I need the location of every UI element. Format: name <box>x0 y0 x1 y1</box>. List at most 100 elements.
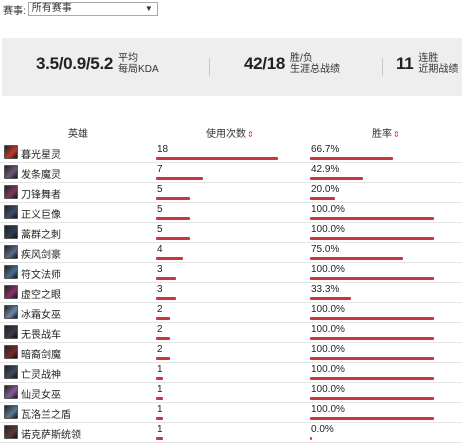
hero-avatar-icon[interactable] <box>4 385 18 399</box>
uses-bar <box>156 397 163 400</box>
uses-count: 5 <box>157 224 163 235</box>
table-row: 蒿群之刺 5 100.0% <box>0 223 462 243</box>
hero-name[interactable]: 正义巨像 <box>21 206 61 221</box>
kda-label-line1: 平均 <box>118 53 139 64</box>
hero-name[interactable]: 发条魔灵 <box>21 166 61 181</box>
uses-bar <box>156 277 176 280</box>
rate-bar <box>310 217 434 220</box>
rate-bar <box>310 397 434 400</box>
rate-bar-track <box>310 437 434 440</box>
table-row: 诺克萨斯统领 1 0.0% <box>0 423 462 443</box>
hero-name[interactable]: 蒿群之刺 <box>21 226 61 241</box>
table-row: 疾风剑豪 4 75.0% <box>0 243 462 263</box>
rate-bar-track <box>310 317 434 320</box>
uses-bar-track <box>156 337 306 340</box>
hero-name[interactable]: 诺克萨斯统领 <box>21 426 81 441</box>
hero-name[interactable]: 无畏战车 <box>21 326 61 341</box>
win-rate: 42.9% <box>311 164 340 175</box>
table-row: 符文法师 3 100.0% <box>0 263 462 283</box>
sort-icon[interactable]: ⇕ <box>247 130 254 139</box>
uses-count: 5 <box>157 184 163 195</box>
table-row: 暗裔剑魔 2 100.0% <box>0 343 462 363</box>
rate-bar <box>310 417 434 420</box>
uses-bar <box>156 257 183 260</box>
table-row: 无畏战车 2 100.0% <box>0 323 462 343</box>
rate-column-header[interactable]: 胜率⇕ <box>372 125 400 140</box>
rate-bar <box>310 257 403 260</box>
rate-bar-track <box>310 397 434 400</box>
event-select[interactable]: 所有赛事 ▼ <box>27 2 158 16</box>
hero-name[interactable]: 刀锋舞者 <box>21 186 61 201</box>
hero-name[interactable]: 暮光星灵 <box>21 146 61 161</box>
kda-value: 3.5/0.9/5.2 <box>36 54 114 73</box>
rate-bar-track <box>310 157 434 160</box>
uses-bar-track <box>156 157 306 160</box>
rate-bar <box>310 177 363 180</box>
hero-avatar-icon[interactable] <box>4 325 18 339</box>
hero-avatar-icon[interactable] <box>4 345 18 359</box>
uses-bar-track <box>156 357 306 360</box>
win-rate: 100.0% <box>311 364 345 375</box>
uses-bar <box>156 437 163 440</box>
uses-bar-track <box>156 277 306 280</box>
hero-avatar-icon[interactable] <box>4 405 18 419</box>
hero-column-header: 英雄 <box>68 129 88 140</box>
win-rate: 100.0% <box>311 384 345 395</box>
table-row: 刀锋舞者 5 20.0% <box>0 183 462 203</box>
rate-bar-track <box>310 217 434 220</box>
event-filter: 赛事: 所有赛事 ▼ <box>3 2 158 17</box>
win-rate: 100.0% <box>311 324 345 335</box>
hero-name[interactable]: 冰霜女巫 <box>21 306 61 321</box>
hero-name[interactable]: 暗裔剑魔 <box>21 346 61 361</box>
hero-name[interactable]: 符文法师 <box>21 266 61 281</box>
hero-avatar-icon[interactable] <box>4 425 18 439</box>
hero-avatar-icon[interactable] <box>4 245 18 259</box>
rate-bar-track <box>310 197 434 200</box>
hero-avatar-icon[interactable] <box>4 165 18 179</box>
uses-bar <box>156 417 163 420</box>
hero-avatar-icon[interactable] <box>4 305 18 319</box>
uses-column-header[interactable]: 使用次数⇕ <box>206 125 254 140</box>
uses-count: 2 <box>157 324 163 335</box>
hero-avatar-icon[interactable] <box>4 365 18 379</box>
uses-bar-track <box>156 257 306 260</box>
rate-bar-track <box>310 377 434 380</box>
hero-name[interactable]: 虚空之眼 <box>21 286 61 301</box>
rate-column-label: 胜率 <box>372 129 392 140</box>
record-label-line2: 生涯总战绩 <box>290 64 341 75</box>
kda-stat: 3.5/0.9/5.2 平均 每局KDA <box>36 53 159 75</box>
hero-name[interactable]: 亡灵战神 <box>21 366 61 381</box>
hero-avatar-icon[interactable] <box>4 205 18 219</box>
table-row: 虚空之眼 3 33.3% <box>0 283 462 303</box>
rate-bar <box>310 377 434 380</box>
hero-avatar-icon[interactable] <box>4 265 18 279</box>
uses-bar-track <box>156 297 306 300</box>
win-rate: 20.0% <box>311 184 340 195</box>
hero-avatar-icon[interactable] <box>4 285 18 299</box>
uses-count: 2 <box>157 304 163 315</box>
rate-bar <box>310 337 434 340</box>
hero-name[interactable]: 疾风剑豪 <box>21 246 61 261</box>
table-row: 暮光星灵 18 66.7% <box>0 143 462 163</box>
win-rate: 100.0% <box>311 404 345 415</box>
hero-avatar-icon[interactable] <box>4 225 18 239</box>
uses-bar-track <box>156 417 306 420</box>
sort-icon[interactable]: ⇕ <box>393 130 400 139</box>
record-stat: 42/18 胜/负 生涯总战绩 <box>244 53 340 75</box>
uses-count: 7 <box>157 164 163 175</box>
stats-divider <box>382 58 383 76</box>
hero-avatar-icon[interactable] <box>4 185 18 199</box>
uses-bar <box>156 237 190 240</box>
uses-bar-track <box>156 397 306 400</box>
uses-count: 18 <box>157 144 169 155</box>
uses-bar <box>156 157 278 160</box>
uses-bar <box>156 197 190 200</box>
streak-label: 连胜 近期战绩 <box>418 53 458 75</box>
hero-name[interactable]: 仙灵女巫 <box>21 386 61 401</box>
kda-label-line2: 每局KDA <box>118 64 159 75</box>
win-rate: 100.0% <box>311 264 345 275</box>
hero-name[interactable]: 瓦洛兰之盾 <box>21 406 71 421</box>
hero-avatar-icon[interactable] <box>4 145 18 159</box>
rate-bar-track <box>310 177 434 180</box>
win-rate: 75.0% <box>311 244 340 255</box>
